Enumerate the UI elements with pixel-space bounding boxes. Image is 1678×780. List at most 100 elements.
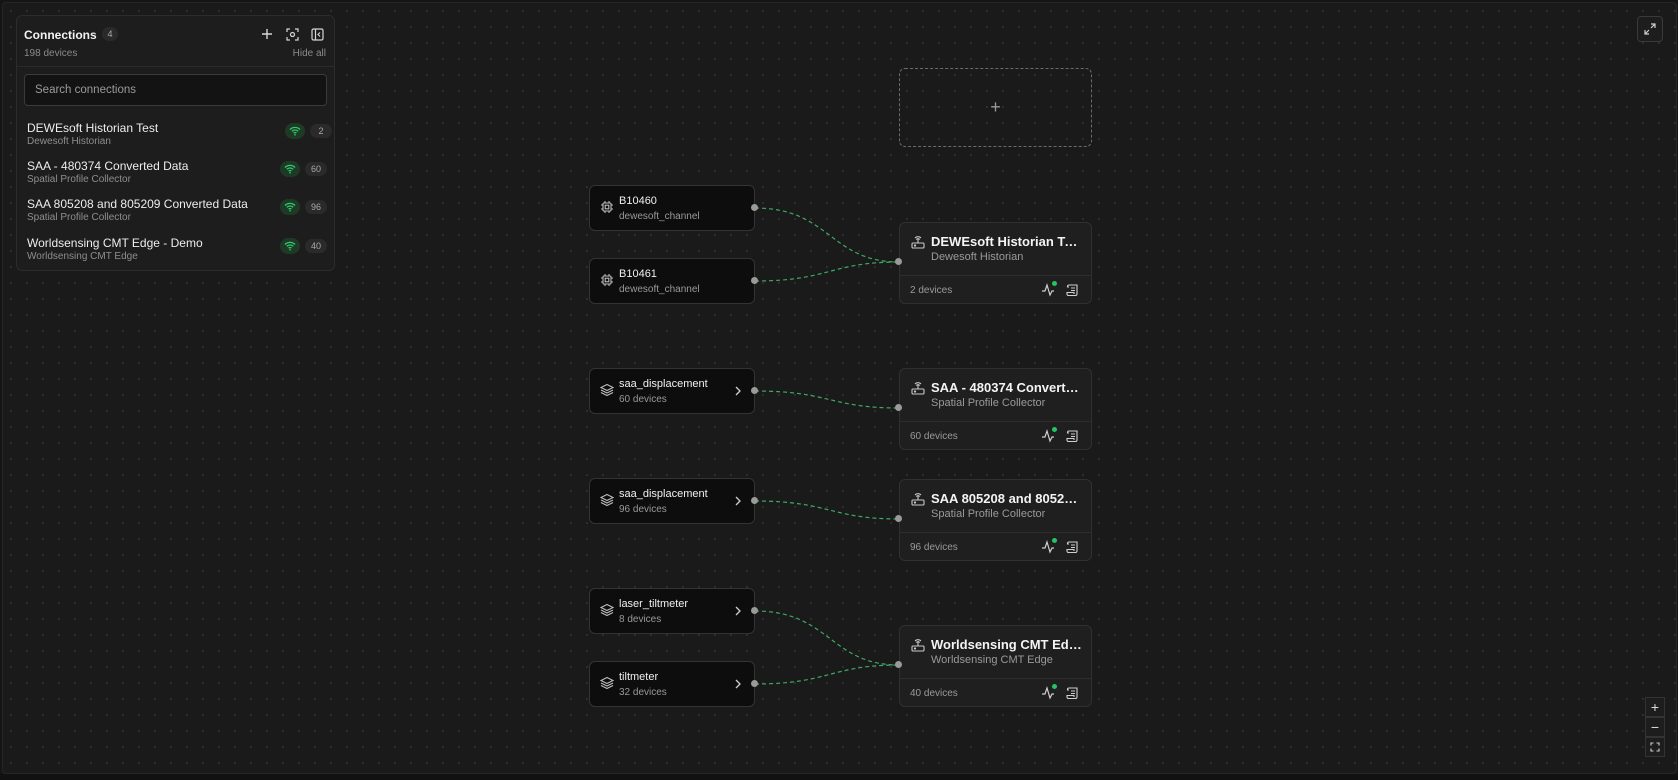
source-title: laser_tiltmeter (619, 598, 689, 610)
source-node[interactable]: B10460 dewesoft_channel (589, 185, 755, 231)
activity-button[interactable] (1039, 538, 1057, 556)
input-port[interactable] (895, 661, 902, 668)
online-status-dot (1052, 538, 1057, 543)
input-port[interactable] (895, 258, 902, 265)
edge-b10461-dewesoft (754, 261, 900, 282)
connection-node-type: Worldsensing CMT Edge (931, 654, 1053, 666)
connection-item[interactable]: DEWEsoft Historian Test Dewesoft Histori… (17, 121, 334, 157)
zoom-out-button[interactable]: − (1645, 717, 1665, 737)
node-divider (900, 275, 1091, 276)
input-port[interactable] (895, 515, 902, 522)
connection-type: Spatial Profile Collector (27, 212, 131, 223)
fullscreen-button[interactable] (1637, 16, 1663, 42)
connections-count-badge: 4 (102, 27, 118, 41)
activity-button[interactable] (1039, 281, 1057, 299)
connection-item[interactable]: Worldsensing CMT Edge - Demo Worldsensin… (17, 236, 334, 272)
edge-tilt-worldsensing (754, 664, 900, 685)
source-subtitle: 8 devices (619, 614, 662, 625)
output-port[interactable] (751, 607, 758, 614)
fit-view-button[interactable] (1645, 737, 1665, 757)
connection-type: Worldsensing CMT Edge (27, 251, 138, 262)
plus-icon (262, 29, 272, 39)
online-status-dot (1052, 684, 1057, 689)
source-node[interactable]: laser_tiltmeter 8 devices (589, 588, 755, 634)
add-node-placeholder[interactable]: + (899, 68, 1092, 147)
connection-node-devices: 96 devices (910, 542, 958, 553)
chevron-right-icon[interactable] (732, 384, 744, 398)
source-subtitle: 32 devices (619, 687, 667, 698)
connection-node-type: Spatial Profile Collector (931, 508, 1046, 520)
search-connections-input[interactable] (24, 74, 327, 106)
connection-node[interactable]: SAA - 480374 Converted Data Spatial Prof… (899, 368, 1092, 450)
connection-node[interactable]: SAA 805208 and 805209 Converted Data Spa… (899, 479, 1092, 561)
connection-device-count: 60 (305, 162, 327, 176)
edge-b10460-dewesoft (754, 207, 900, 263)
router-icon (911, 236, 925, 249)
layers-icon (599, 492, 615, 508)
logs-button[interactable] (1064, 538, 1082, 556)
hide-all-button[interactable]: Hide all (293, 48, 326, 59)
output-port[interactable] (751, 277, 758, 284)
layers-icon (599, 675, 615, 691)
input-port[interactable] (895, 404, 902, 411)
devices-summary: 198 devices (24, 48, 78, 59)
connection-node-type: Spatial Profile Collector (931, 397, 1046, 409)
connection-item[interactable]: SAA - 480374 Converted Data Spatial Prof… (17, 159, 334, 195)
connection-name: SAA - 480374 Converted Data (27, 159, 189, 173)
scroll-log-icon (1066, 687, 1078, 700)
chevron-right-icon[interactable] (732, 494, 744, 508)
source-subtitle: dewesoft_channel (619, 284, 700, 295)
connection-node[interactable]: Worldsensing CMT Edge - Demo Worldsensin… (899, 625, 1092, 707)
connection-item[interactable]: SAA 805208 and 805209 Converted Data Spa… (17, 197, 334, 233)
chevron-right-icon[interactable] (732, 604, 744, 618)
source-subtitle: dewesoft_channel (619, 211, 700, 222)
connection-name: Worldsensing CMT Edge - Demo (27, 236, 203, 250)
layers-icon (599, 382, 615, 398)
output-port[interactable] (751, 497, 758, 504)
source-title: B10461 (619, 268, 657, 280)
wifi-icon (284, 164, 296, 174)
activity-button[interactable] (1039, 684, 1057, 702)
connection-node-title: Worldsensing CMT Edge - Demo (931, 637, 1083, 652)
add-connection-button[interactable] (258, 25, 276, 43)
chip-icon (599, 272, 615, 288)
connection-node-title: DEWEsoft Historian Test (931, 234, 1083, 249)
scroll-log-icon (1066, 430, 1078, 443)
source-title: tiltmeter (619, 671, 659, 683)
source-subtitle: 60 devices (619, 394, 667, 405)
source-node[interactable]: B10461 dewesoft_channel (589, 258, 755, 304)
connection-node-devices: 2 devices (910, 285, 953, 296)
node-divider (900, 532, 1091, 533)
source-node[interactable]: tiltmeter 32 devices (589, 661, 755, 707)
output-port[interactable] (751, 680, 758, 687)
connection-node[interactable]: DEWEsoft Historian Test Dewesoft Histori… (899, 222, 1092, 304)
layers-icon (599, 602, 615, 618)
collapse-panel-button[interactable] (308, 25, 326, 43)
wifi-status-pill (280, 161, 300, 177)
expand-icon (1644, 23, 1656, 35)
logs-button[interactable] (1064, 684, 1082, 702)
source-node[interactable]: saa_displacement 96 devices (589, 478, 755, 524)
connection-name: DEWEsoft Historian Test (27, 121, 159, 135)
scan-focus-icon (285, 27, 299, 41)
focus-view-button[interactable] (283, 25, 301, 43)
logs-button[interactable] (1064, 427, 1082, 445)
output-port[interactable] (751, 204, 758, 211)
edge-laser-worldsensing (754, 610, 900, 666)
chevron-right-icon[interactable] (732, 677, 744, 691)
scroll-log-icon (1066, 541, 1078, 554)
zoom-in-button[interactable]: + (1645, 697, 1665, 717)
source-node[interactable]: saa_displacement 60 devices (589, 368, 755, 414)
wifi-icon (289, 126, 301, 136)
connection-node-devices: 40 devices (910, 688, 958, 699)
activity-button[interactable] (1039, 427, 1057, 445)
wifi-icon (284, 202, 296, 212)
wifi-status-pill (280, 199, 300, 215)
node-divider (900, 421, 1091, 422)
connection-type: Dewesoft Historian (27, 136, 111, 147)
edge-saa96-saa805208 (754, 500, 900, 520)
online-status-dot (1052, 281, 1057, 286)
logs-button[interactable] (1064, 281, 1082, 299)
connection-node-type: Dewesoft Historian (931, 251, 1024, 263)
output-port[interactable] (751, 387, 758, 394)
